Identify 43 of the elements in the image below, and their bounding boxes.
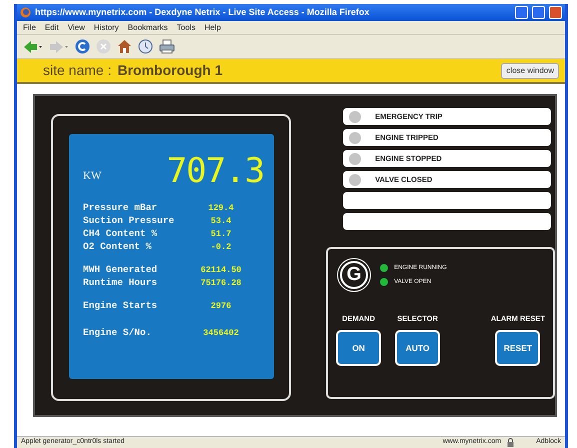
reading-value: 51.7 bbox=[210, 228, 232, 241]
menu-item[interactable]: Help bbox=[204, 22, 221, 34]
menu-item[interactable]: View bbox=[68, 22, 85, 34]
reading-value: 129.4 bbox=[207, 202, 235, 215]
home-icon[interactable] bbox=[117, 39, 132, 54]
reading-label: Suction Pressure bbox=[83, 214, 176, 228]
menu-item[interactable]: Edit bbox=[44, 22, 59, 34]
reading-value: 62114.50 bbox=[200, 264, 242, 277]
control-button[interactable]: AUTO bbox=[395, 330, 440, 366]
reading-value: 75176.28 bbox=[200, 277, 242, 290]
reading-label: MWH Generated bbox=[83, 263, 158, 278]
reading-value: 3456402 bbox=[202, 327, 240, 340]
maximize-button[interactable] bbox=[532, 6, 545, 19]
window-title: https://www.mynetrix.com - Dexdyne Netrix - Live Site Access - Mozilla Firefox bbox=[35, 6, 370, 19]
close-button[interactable] bbox=[549, 6, 562, 19]
reload-icon[interactable] bbox=[75, 39, 90, 54]
padlock-icon bbox=[507, 438, 514, 447]
reading-label: Pressure mBar bbox=[83, 201, 158, 216]
power-unit-label: KW bbox=[83, 168, 102, 184]
close-window-button[interactable]: close window bbox=[501, 62, 559, 78]
minimize-button[interactable] bbox=[515, 6, 528, 19]
clock-icon[interactable] bbox=[138, 39, 153, 54]
reading-value: 53.4 bbox=[210, 215, 232, 228]
menu-item[interactable]: Tools bbox=[176, 22, 196, 34]
reading-value: -0.2 bbox=[210, 241, 232, 254]
site-name: Bromborough 1 bbox=[117, 61, 222, 80]
logo: G bbox=[340, 261, 368, 289]
control-button[interactable]: RESET bbox=[495, 330, 540, 366]
power-reading: 707.3 bbox=[166, 154, 264, 188]
menu-item[interactable]: History bbox=[94, 22, 119, 34]
menu-item[interactable]: File bbox=[23, 22, 36, 34]
reading-label: Engine S/No. bbox=[83, 326, 152, 340]
menu-item[interactable]: Bookmarks bbox=[128, 22, 168, 34]
reading-label: Engine Starts bbox=[83, 299, 158, 314]
reading-value: 2976 bbox=[210, 300, 232, 313]
reading-label: O2 Content % bbox=[83, 240, 152, 254]
printer-icon[interactable] bbox=[159, 39, 175, 54]
control-button[interactable]: ON bbox=[336, 330, 382, 366]
reading-label: Runtime Hours bbox=[83, 276, 158, 290]
site-name-label: site name : bbox=[43, 61, 112, 80]
back-arrow-icon[interactable] bbox=[23, 40, 43, 54]
browser-logo-icon bbox=[20, 7, 31, 18]
reading-label: CH4 Content % bbox=[83, 227, 158, 242]
